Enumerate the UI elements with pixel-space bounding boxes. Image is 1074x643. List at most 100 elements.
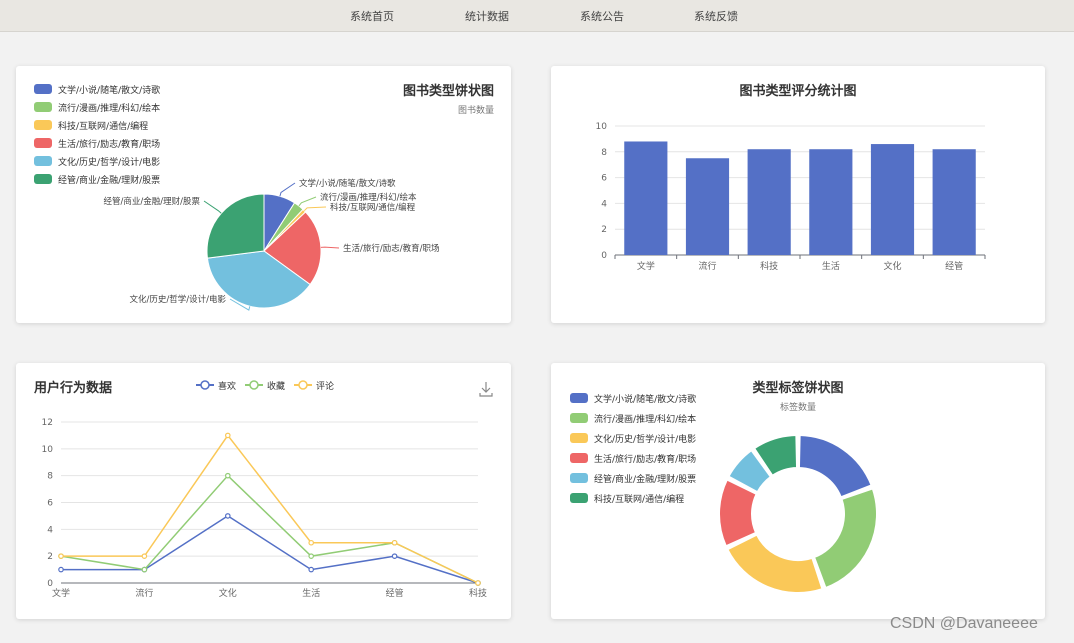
download-icon[interactable] xyxy=(479,382,493,397)
y-tick-label: 2 xyxy=(47,552,53,562)
bar[interactable] xyxy=(747,149,791,255)
y-tick-label: 4 xyxy=(601,199,607,209)
donut-slice[interactable] xyxy=(797,434,873,499)
x-tick-label: 经管 xyxy=(386,587,404,599)
series-line[interactable] xyxy=(61,515,479,584)
tag-donut-chart: 类型标签饼状图标签数量 文学/小说/随笔/散文/诗歌流行/漫画/推理/科幻/绘本文… xyxy=(570,380,878,594)
pie-slice-label: 生活/旅行/励志/教育/职场 xyxy=(343,243,439,254)
book-rating-bar-chart: 图书类型评分统计图 0 2 4 6 8 10 文学 流行 科技 生活 文化 经管 xyxy=(596,83,986,272)
x-tick-label: 生活 xyxy=(302,587,320,599)
legend-label: 文学/小说/随笔/散文/诗歌 xyxy=(594,393,696,405)
legend-swatch[interactable] xyxy=(570,473,588,483)
user-behavior-line-chart: 用户行为数据 喜欢 收藏 评论 0 2 4 6 8 10 12 文学 流行 文化 生活 经管 科技 xyxy=(33,380,493,599)
nav-item-announcements[interactable]: 系统公告 xyxy=(580,8,624,24)
series-point[interactable] xyxy=(308,539,315,546)
legend-swatch[interactable] xyxy=(34,102,52,112)
series-point[interactable] xyxy=(475,580,481,586)
legend-label: 经管/商业/金融/理财/股票 xyxy=(58,174,160,186)
series-point[interactable] xyxy=(391,539,398,546)
legend-marker[interactable] xyxy=(298,380,308,390)
y-tick-label: 10 xyxy=(42,445,54,455)
legend-swatch[interactable] xyxy=(570,493,588,503)
legend-swatch[interactable] xyxy=(34,174,52,184)
top-nav-bar: 系统首页 统计数据 系统公告 系统反馈 xyxy=(0,0,1074,32)
pie-label-line xyxy=(279,182,296,197)
nav-item-feedback[interactable]: 系统反馈 xyxy=(694,8,738,24)
pie-slice-label: 文化/历史/哲学/设计/电影 xyxy=(130,294,227,305)
pie-label-line xyxy=(303,206,327,212)
y-tick-label: 0 xyxy=(601,251,607,261)
legend-marker[interactable] xyxy=(249,380,259,390)
pie-label-line xyxy=(203,200,222,214)
legend-swatch[interactable] xyxy=(34,156,52,166)
series-point[interactable] xyxy=(308,553,315,559)
book-type-pie-card: 图书类型饼状图 图书数量 文学/小说/随笔/散文/诗歌 流行/漫画/推理/科幻/绘本科… xyxy=(16,66,511,323)
x-tick-label: 科技 xyxy=(760,260,778,272)
y-tick-label: 12 xyxy=(42,418,53,428)
pie-slice[interactable] xyxy=(206,193,265,259)
x-tick-label: 文学 xyxy=(52,587,70,599)
series-point[interactable] xyxy=(391,553,398,559)
x-tick-label: 经管 xyxy=(945,260,963,272)
series-point[interactable] xyxy=(225,472,231,479)
series-point[interactable] xyxy=(225,432,231,439)
series-point[interactable] xyxy=(225,513,231,519)
series-point[interactable] xyxy=(58,566,64,573)
legend-label: 文学/小说/随笔/散文/诗歌 xyxy=(58,84,160,96)
legend-label: 喜欢 xyxy=(218,380,236,392)
legend-swatch[interactable] xyxy=(34,84,52,94)
legend-label: 生活/旅行/励志/教育/职场 xyxy=(58,138,160,150)
x-tick-label: 流行 xyxy=(135,587,153,599)
legend-swatch[interactable] xyxy=(570,453,588,463)
pie-slice-label: 经管/商业/金融/理财/股票 xyxy=(104,196,201,207)
legend-swatch[interactable] xyxy=(570,393,588,403)
chart-title: 类型标签饼状图 xyxy=(752,380,843,396)
series-point[interactable] xyxy=(141,553,148,559)
series-point[interactable] xyxy=(58,553,64,559)
watermark-text: CSDN @Davaneeee xyxy=(890,615,1038,632)
chart-title: 用户行为数据 xyxy=(33,380,112,396)
legend-label: 流行/漫画/推理/科幻/绘本 xyxy=(58,102,160,114)
chart-title: 图书类型评分统计图 xyxy=(739,83,856,99)
user-behavior-line-card: 用户行为数据 喜欢 收藏 评论 0 2 4 6 8 10 12 文学 流行 文化 生活 经管 科技 xyxy=(16,363,511,619)
bar[interactable] xyxy=(809,149,853,255)
bar[interactable] xyxy=(624,141,668,255)
legend-label: 科技/互联网/通信/编程 xyxy=(594,493,684,505)
y-tick-label: 8 xyxy=(601,148,607,158)
legend-swatch[interactable] xyxy=(34,120,52,130)
bar[interactable] xyxy=(870,144,915,255)
nav-item-home[interactable]: 系统首页 xyxy=(350,8,394,24)
pie-label-line xyxy=(298,196,317,207)
x-tick-label: 科技 xyxy=(469,587,487,599)
donut-slice[interactable] xyxy=(813,487,878,590)
y-tick-label: 4 xyxy=(47,525,53,535)
legend-label: 科技/互联网/通信/编程 xyxy=(58,120,148,132)
legend-label: 流行/漫画/推理/科幻/绘本 xyxy=(594,413,696,425)
donut-slice[interactable] xyxy=(726,533,824,594)
nav-item-statistics[interactable]: 统计数据 xyxy=(465,8,509,24)
legend-label: 收藏 xyxy=(267,380,285,392)
pie-label-line xyxy=(320,246,340,249)
x-tick-label: 流行 xyxy=(698,260,716,272)
pie-slice-label: 科技/互联网/通信/编程 xyxy=(330,202,416,213)
series-line[interactable] xyxy=(61,434,479,584)
y-tick-label: 8 xyxy=(47,472,53,482)
legend-swatch[interactable] xyxy=(570,413,588,423)
legend-label: 文化/历史/哲学/设计/电影 xyxy=(594,433,696,445)
legend-marker[interactable] xyxy=(200,380,210,390)
tag-donut-card: 类型标签饼状图 标签数量 文学/小说/随笔/散文/诗歌 流行/漫画/推理/科幻/绘本文… xyxy=(551,363,1045,619)
bar[interactable] xyxy=(932,149,976,255)
x-tick-label: 文化 xyxy=(219,587,237,599)
pie-slice-label: 流行/漫画/推理/科幻/绘本 xyxy=(320,192,417,203)
y-tick-label: 2 xyxy=(601,225,607,235)
series-point[interactable] xyxy=(141,566,148,573)
x-tick-label: 生活 xyxy=(822,260,840,272)
chart-title: 图书类型饼状图 xyxy=(403,83,494,99)
download-icon-glyph xyxy=(479,382,493,397)
series-point[interactable] xyxy=(308,566,315,573)
legend-swatch[interactable] xyxy=(570,433,588,443)
y-tick-label: 10 xyxy=(596,122,608,132)
bar[interactable] xyxy=(685,158,730,255)
legend-swatch[interactable] xyxy=(34,138,52,148)
legend-label: 经管/商业/金融/理财/股票 xyxy=(594,473,696,485)
